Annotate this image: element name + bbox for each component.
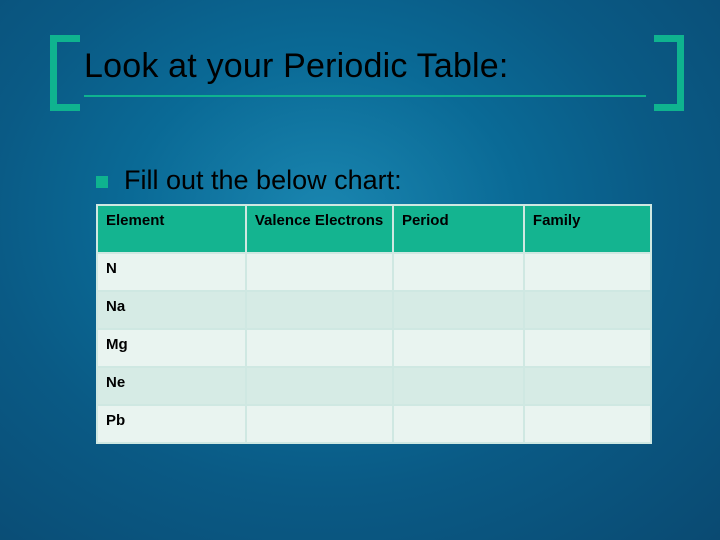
bullet-row: Fill out the below chart:: [96, 165, 680, 196]
table-header-row: Element Valence Electrons Period Family: [97, 205, 651, 253]
cell-valence: [246, 367, 393, 405]
cell-period: [393, 367, 524, 405]
table-row: N: [97, 253, 651, 291]
cell-valence: [246, 405, 393, 443]
title-row: Look at your Periodic Table:: [50, 45, 680, 135]
bullet-square-icon: [96, 176, 108, 188]
cell-period: [393, 405, 524, 443]
slide-title: Look at your Periodic Table:: [84, 47, 509, 86]
table-row: Ne: [97, 367, 651, 405]
col-header-element: Element: [97, 205, 246, 253]
col-header-period: Period: [393, 205, 524, 253]
bullet-text: Fill out the below chart:: [124, 165, 402, 196]
cell-family: [524, 253, 651, 291]
cell-element: Ne: [97, 367, 246, 405]
cell-valence: [246, 329, 393, 367]
cell-element: Pb: [97, 405, 246, 443]
table-row: Pb: [97, 405, 651, 443]
slide: Look at your Periodic Table: Fill out th…: [50, 45, 680, 500]
cell-period: [393, 329, 524, 367]
cell-valence: [246, 253, 393, 291]
title-underline: [84, 95, 646, 97]
slide-content: Fill out the below chart: Element Valenc…: [96, 165, 680, 444]
table-row: Na: [97, 291, 651, 329]
table-row: Mg: [97, 329, 651, 367]
chart-table: Element Valence Electrons Period Family …: [96, 204, 652, 444]
cell-valence: [246, 291, 393, 329]
cell-element: N: [97, 253, 246, 291]
cell-family: [524, 329, 651, 367]
bracket-right-icon: [654, 35, 684, 111]
cell-family: [524, 291, 651, 329]
bracket-left-icon: [50, 35, 80, 111]
cell-element: Mg: [97, 329, 246, 367]
cell-family: [524, 405, 651, 443]
col-header-family: Family: [524, 205, 651, 253]
cell-period: [393, 291, 524, 329]
cell-family: [524, 367, 651, 405]
cell-period: [393, 253, 524, 291]
col-header-valence: Valence Electrons: [246, 205, 393, 253]
cell-element: Na: [97, 291, 246, 329]
